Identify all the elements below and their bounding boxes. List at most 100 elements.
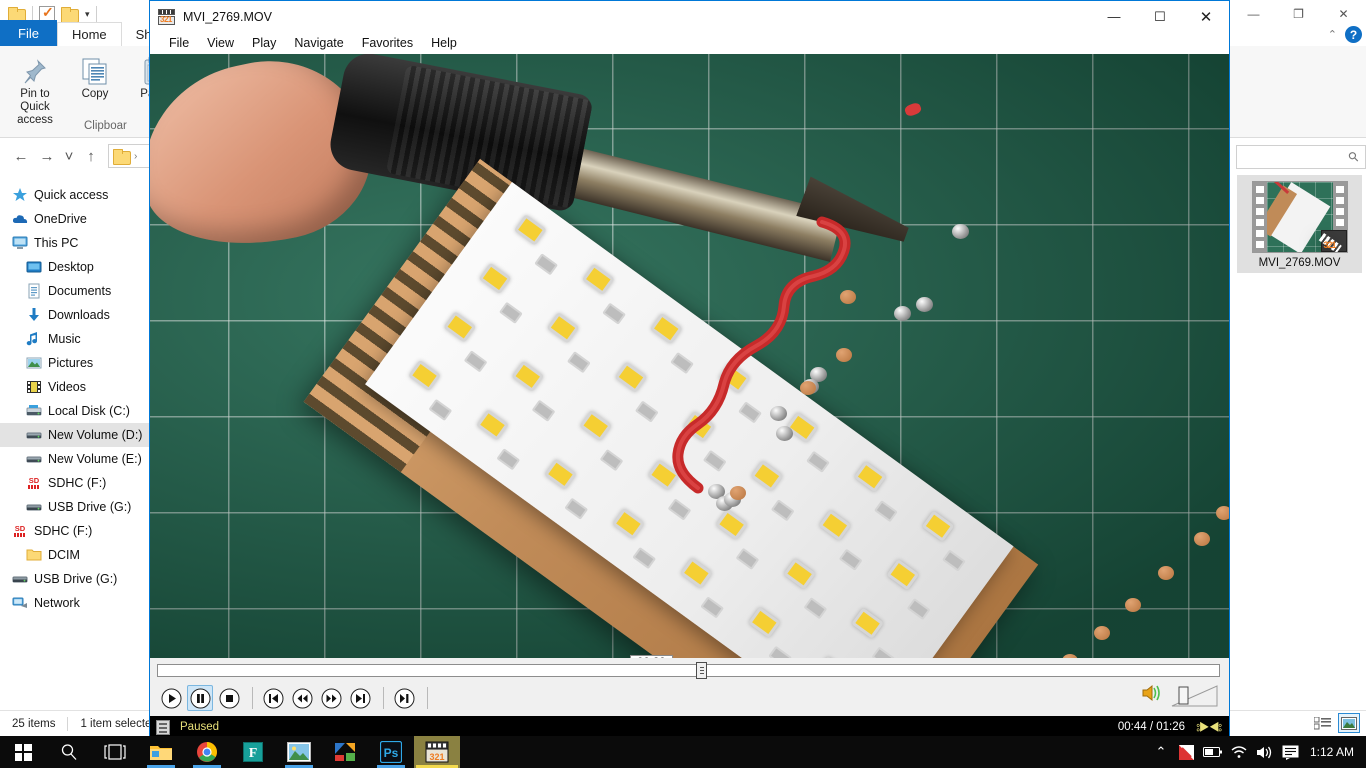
explorer-minimize-button[interactable]: —	[1231, 0, 1276, 28]
media-player-button[interactable]: 321	[414, 736, 460, 768]
sidebar-item-label: Network	[34, 596, 80, 610]
next-button[interactable]	[347, 685, 373, 711]
led-d5	[785, 411, 819, 444]
item-count: 25 items	[12, 717, 56, 730]
menu-navigate[interactable]: Navigate	[285, 36, 352, 50]
help-button[interactable]: ?	[1345, 26, 1362, 43]
chevron-up-icon[interactable]: ⌃	[1328, 28, 1337, 41]
sidebar-item-sdhc-f[interactable]: SD SDHC (F:)	[0, 519, 150, 543]
sidebar-item-usb-drive-g[interactable]: USB Drive (G:)	[0, 567, 150, 591]
file-explorer-button[interactable]	[138, 736, 184, 768]
resistor	[702, 449, 727, 473]
video-surface[interactable]: 00:39	[150, 54, 1229, 658]
sidebar-item-dcim[interactable]: DCIM	[0, 543, 150, 567]
back-button[interactable]: ←	[8, 143, 34, 169]
resistor	[634, 400, 659, 423]
tab-home[interactable]: Home	[56, 22, 122, 46]
sidebar-item-sdhc-f[interactable]: SD SDHC (F:)	[0, 471, 150, 495]
sidebar-item-label: Quick access	[34, 188, 109, 202]
photo-icon	[287, 742, 311, 762]
tab-file[interactable]: File	[0, 20, 57, 46]
resistor	[531, 399, 556, 422]
menu-play[interactable]: Play	[243, 36, 285, 50]
sidebar-item-usb-drive-g[interactable]: USB Drive (G:)	[0, 495, 150, 519]
details-view-button[interactable]	[1311, 713, 1333, 733]
sidebar-item-videos[interactable]: Videos	[0, 375, 150, 399]
documents-icon	[26, 283, 42, 299]
pause-button[interactable]	[187, 685, 213, 711]
recent-locations-button[interactable]: ˅	[60, 143, 78, 169]
taskbar-clock[interactable]: 1:12 AM	[1304, 736, 1366, 768]
kaspersky-icon[interactable]	[1174, 736, 1200, 768]
play-button[interactable]	[158, 685, 184, 711]
pin-to-quick-access-button[interactable]: Pin to Quick access	[6, 48, 64, 127]
volume-slider[interactable]	[1171, 682, 1219, 708]
stop-button[interactable]	[216, 685, 242, 711]
picasa-icon	[335, 743, 355, 761]
player-maximize-button[interactable]: ☐	[1137, 1, 1183, 32]
menu-file[interactable]: File	[160, 36, 198, 50]
menu-favorites[interactable]: Favorites	[353, 36, 422, 50]
led-d28	[715, 508, 749, 541]
led-d6	[679, 557, 713, 589]
resistor	[463, 350, 488, 373]
star-icon	[12, 187, 28, 203]
sidebar-item-music[interactable]: Music	[0, 327, 150, 351]
file-name: MVI_2769.MOV	[1258, 257, 1341, 269]
sidebar-item-this-pc[interactable]: This PC	[0, 231, 150, 255]
resistor	[871, 646, 896, 658]
sidebar-item-network[interactable]: Network	[0, 591, 150, 615]
sidebar-item-label: OneDrive	[34, 212, 87, 226]
pictures-icon	[26, 355, 42, 371]
chevron-right-icon[interactable]: ›	[134, 151, 137, 162]
picasa-button[interactable]	[322, 736, 368, 768]
sidebar-item-onedrive[interactable]: OneDrive	[0, 207, 150, 231]
sidebar-item-desktop[interactable]: Desktop	[0, 255, 150, 279]
menu-view[interactable]: View	[198, 36, 243, 50]
file-item[interactable]: 321 MVI_2769.MOV	[1237, 175, 1362, 273]
seek-thumb[interactable]	[696, 662, 707, 679]
desktop-icon	[26, 259, 42, 275]
speaker-icon[interactable]	[1141, 684, 1163, 707]
navigation-pane[interactable]: Quick access OneDrive This PC Desktop Docume…	[0, 175, 150, 710]
forward-button[interactable]: →	[34, 143, 60, 169]
photoshop-button[interactable]: Ps	[368, 736, 414, 768]
player-close-button[interactable]: ✕	[1183, 1, 1229, 32]
chrome-icon	[197, 742, 217, 762]
led-d4	[544, 458, 577, 491]
volume-icon[interactable]	[1252, 736, 1278, 768]
player-minimize-button[interactable]: —	[1091, 1, 1137, 32]
sidebar-item-downloads[interactable]: Downloads	[0, 303, 150, 327]
sidebar-item-quick-access[interactable]: Quick access	[0, 183, 150, 207]
wifi-icon[interactable]	[1226, 736, 1252, 768]
sidebar-item-documents[interactable]: Documents	[0, 279, 150, 303]
explorer-maximize-button[interactable]: ❐	[1276, 0, 1321, 28]
sidebar-item-new-volume-d[interactable]: New Volume (D:)	[0, 423, 150, 447]
fast-forward-button[interactable]	[318, 685, 344, 711]
show-hidden-icons-button[interactable]: ⌃	[1148, 736, 1174, 768]
sidebar-item-pictures[interactable]: Pictures	[0, 351, 150, 375]
film-perforations-left	[1252, 182, 1267, 252]
sidebar-item-new-volume-e[interactable]: New Volume (E:)	[0, 447, 150, 471]
chevron-down-icon[interactable]: ▾	[85, 9, 90, 20]
search-input[interactable]: ⚲	[1236, 145, 1366, 169]
battery-icon[interactable]	[1200, 736, 1226, 768]
action-center-icon[interactable]	[1278, 736, 1304, 768]
rewind-button[interactable]	[289, 685, 315, 711]
explorer-close-button[interactable]: ✕	[1321, 0, 1366, 28]
previous-button[interactable]	[260, 685, 286, 711]
seek-track[interactable]	[157, 664, 1220, 677]
large-icons-view-button[interactable]	[1338, 713, 1360, 733]
sidebar-item-local-disk-c[interactable]: Local Disk (C:)	[0, 399, 150, 423]
foxit-button[interactable]: F	[230, 736, 276, 768]
up-button[interactable]: ↑	[78, 143, 104, 169]
photos-button[interactable]	[276, 736, 322, 768]
search-button[interactable]	[46, 736, 92, 768]
task-view-button[interactable]	[92, 736, 138, 768]
copy-button[interactable]: Copy	[66, 48, 124, 127]
chrome-button[interactable]	[184, 736, 230, 768]
start-button[interactable]	[0, 736, 46, 768]
led-d25	[511, 360, 545, 393]
menu-help[interactable]: Help	[422, 36, 466, 50]
step-frame-button[interactable]	[391, 685, 417, 711]
